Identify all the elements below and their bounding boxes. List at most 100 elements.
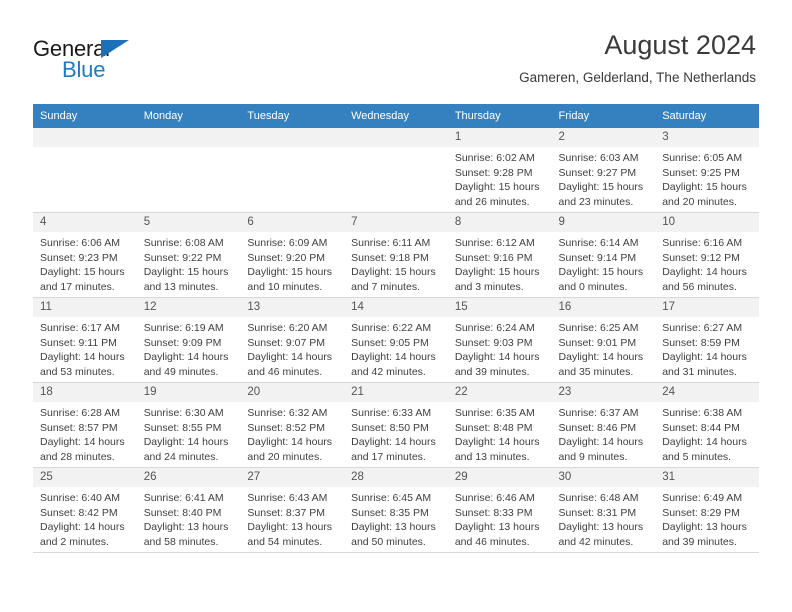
sunset-text: Sunset: 9:07 PM (247, 336, 326, 349)
daylight-text-line1: Daylight: 15 hours (454, 266, 540, 279)
sunrise-text: Sunrise: 6:37 AM (558, 407, 639, 419)
weekday-header-thursday: Thursday (447, 104, 552, 128)
sunset-text: Sunset: 9:01 PM (558, 336, 637, 349)
calendar-day-cell[interactable]: 14 Sunrise: 6:22 AM Sunset: 9:05 PM Dayligh… (344, 297, 448, 383)
daylight-text-line2: and 46 minutes. (247, 365, 323, 378)
day-number: 23 (551, 383, 656, 402)
daylight-text-line2: and 58 minutes. (143, 535, 219, 548)
calendar-day-cell[interactable]: 5 Sunrise: 6:08 AM Sunset: 9:22 PM Daylight… (136, 212, 241, 298)
calendar-day-cell[interactable]: 9 Sunrise: 6:14 AM Sunset: 9:14 PM Daylight… (551, 212, 656, 298)
calendar-table: Sunday Monday Tuesday Wednesday Thursday… (33, 104, 759, 553)
day-number: 27 (240, 468, 345, 487)
calendar-day-cell[interactable]: 26 Sunrise: 6:41 AM Sunset: 8:40 PM Dayligh… (136, 467, 241, 553)
daylight-text-line1: Daylight: 14 hours (351, 351, 436, 364)
day-number: 6 (240, 213, 345, 232)
calendar-page: General Blue August 2024 Gameren, Gelder… (0, 0, 792, 612)
calendar-day-cell[interactable]: 10 Sunrise: 6:16 AM Sunset: 9:12 PM Dayligh… (655, 212, 759, 298)
day-number: 20 (240, 383, 345, 402)
daylight-text-line2: and 54 minutes. (247, 535, 323, 548)
daylight-text-line2: and 23 minutes. (558, 195, 634, 208)
sunrise-text: Sunrise: 6:35 AM (454, 407, 535, 419)
daylight-text-line1: Daylight: 13 hours (143, 521, 229, 534)
sunrise-text: Sunrise: 6:27 AM (662, 322, 743, 334)
daylight-text-line2: and 56 minutes. (662, 280, 737, 293)
sunrise-text: Sunrise: 6:06 AM (40, 237, 120, 249)
calendar-day-cell[interactable]: 30 Sunrise: 6:48 AM Sunset: 8:31 PM Dayligh… (551, 467, 656, 553)
calendar-day-cell[interactable]: 17 Sunrise: 6:27 AM Sunset: 8:59 PM Dayligh… (655, 297, 759, 383)
generalblue-logo[interactable]: General Blue (33, 36, 233, 84)
day-details: Sunrise: 6:20 AM Sunset: 9:07 PM Daylight:… (240, 317, 344, 379)
day-details: Sunrise: 6:46 AM Sunset: 8:33 PM Daylight:… (448, 487, 552, 549)
calendar-day-cell[interactable]: 20 Sunrise: 6:32 AM Sunset: 8:52 PM Dayligh… (240, 382, 345, 468)
daylight-text-line1: Daylight: 15 hours (143, 266, 229, 279)
sunrise-text: Sunrise: 6:30 AM (143, 407, 224, 419)
calendar-day-cell[interactable]: 27 Sunrise: 6:43 AM Sunset: 8:37 PM Dayligh… (240, 467, 345, 553)
sunset-text: Sunset: 8:57 PM (40, 421, 118, 434)
sunrise-text: Sunrise: 6:20 AM (247, 322, 328, 334)
calendar-day-cell[interactable]: 4 Sunrise: 6:06 AM Sunset: 9:23 PM Daylight… (33, 212, 137, 298)
daylight-text-line2: and 35 minutes. (558, 365, 634, 378)
day-details: Sunrise: 6:09 AM Sunset: 9:20 PM Daylight:… (240, 232, 344, 294)
daylight-text-line2: and 13 minutes. (454, 450, 530, 463)
day-number: 9 (551, 213, 656, 232)
daylight-text-line1: Daylight: 15 hours (454, 181, 540, 194)
calendar-day-cell[interactable]: 15 Sunrise: 6:24 AM Sunset: 9:03 PM Dayligh… (447, 297, 552, 383)
sunset-text: Sunset: 9:05 PM (351, 336, 429, 349)
calendar-day-cell[interactable]: 28 Sunrise: 6:45 AM Sunset: 8:35 PM Dayligh… (344, 467, 448, 553)
calendar-day-cell[interactable]: 12 Sunrise: 6:19 AM Sunset: 9:09 PM Dayligh… (136, 297, 241, 383)
day-number: 15 (447, 298, 552, 317)
weekday-header-friday: Friday (551, 104, 656, 128)
day-details: Sunrise: 6:16 AM Sunset: 9:12 PM Daylight:… (655, 232, 759, 294)
daylight-text-line1: Daylight: 13 hours (351, 521, 436, 534)
sunrise-text: Sunrise: 6:11 AM (351, 237, 431, 249)
calendar-day-cell[interactable]: 25 Sunrise: 6:40 AM Sunset: 8:42 PM Dayligh… (33, 467, 137, 553)
sunset-text: Sunset: 9:23 PM (40, 251, 118, 264)
calendar-day-cell[interactable]: 6 Sunrise: 6:09 AM Sunset: 9:20 PM Daylight… (240, 212, 345, 298)
calendar-day-cell[interactable]: 16 Sunrise: 6:25 AM Sunset: 9:01 PM Dayligh… (551, 297, 656, 383)
sunrise-text: Sunrise: 6:08 AM (143, 237, 224, 249)
calendar-day-cell[interactable]: 31 Sunrise: 6:49 AM Sunset: 8:29 PM Dayligh… (655, 467, 759, 553)
daylight-text-line2: and 49 minutes. (143, 365, 219, 378)
calendar-day-cell[interactable]: 13 Sunrise: 6:20 AM Sunset: 9:07 PM Dayligh… (240, 297, 345, 383)
daylight-text-line2: and 7 minutes. (351, 280, 420, 293)
day-number: 2 (551, 128, 656, 147)
daylight-text-line2: and 17 minutes. (351, 450, 426, 463)
sunset-text: Sunset: 9:25 PM (662, 166, 740, 179)
daylight-text-line1: Daylight: 15 hours (351, 266, 436, 279)
day-number: 3 (655, 128, 759, 147)
sunrise-text: Sunrise: 6:38 AM (662, 407, 743, 419)
calendar-day-cell[interactable]: 21 Sunrise: 6:33 AM Sunset: 8:50 PM Dayligh… (344, 382, 448, 468)
calendar-day-cell-empty (240, 128, 345, 213)
calendar-day-cell[interactable]: 2 Sunrise: 6:03 AM Sunset: 9:27 PM Daylight… (551, 128, 656, 213)
calendar-day-cell[interactable]: 1 Sunrise: 6:02 AM Sunset: 9:28 PM Daylight… (447, 128, 552, 213)
day-number: 7 (344, 213, 448, 232)
day-details: Sunrise: 6:17 AM Sunset: 9:11 PM Daylight:… (33, 317, 137, 379)
sunset-text: Sunset: 9:14 PM (558, 251, 637, 264)
sunrise-text: Sunrise: 6:43 AM (247, 492, 328, 504)
calendar-day-cell[interactable]: 8 Sunrise: 6:12 AM Sunset: 9:16 PM Daylight… (447, 212, 552, 298)
calendar-day-cell[interactable]: 23 Sunrise: 6:37 AM Sunset: 8:46 PM Dayligh… (551, 382, 656, 468)
calendar-day-cell[interactable]: 24 Sunrise: 6:38 AM Sunset: 8:44 PM Dayligh… (655, 382, 759, 468)
sunrise-text: Sunrise: 6:49 AM (662, 492, 743, 504)
sunrise-text: Sunrise: 6:03 AM (558, 152, 639, 164)
day-details: Sunrise: 6:45 AM Sunset: 8:35 PM Daylight:… (344, 487, 448, 549)
calendar-day-cell[interactable]: 3 Sunrise: 6:05 AM Sunset: 9:25 PM Daylight… (655, 128, 759, 213)
calendar-day-cell[interactable]: 7 Sunrise: 6:11 AM Sunset: 9:18 PM Daylight… (344, 212, 448, 298)
day-details: Sunrise: 6:38 AM Sunset: 8:44 PM Daylight:… (655, 402, 759, 464)
sunset-text: Sunset: 9:03 PM (454, 336, 533, 349)
daylight-text-line1: Daylight: 14 hours (247, 351, 333, 364)
weekday-header-row: Sunday Monday Tuesday Wednesday Thursday… (33, 104, 759, 128)
sunset-text: Sunset: 8:48 PM (454, 421, 533, 434)
day-number: 16 (551, 298, 656, 317)
day-number: 4 (33, 213, 137, 232)
calendar-day-cell[interactable]: 18 Sunrise: 6:28 AM Sunset: 8:57 PM Dayligh… (33, 382, 137, 468)
day-details: Sunrise: 6:05 AM Sunset: 9:25 PM Daylight:… (655, 147, 759, 209)
calendar-day-cell[interactable]: 11 Sunrise: 6:17 AM Sunset: 9:11 PM Dayligh… (33, 297, 137, 383)
logo-triangle-icon (101, 40, 129, 58)
calendar-day-cell[interactable]: 22 Sunrise: 6:35 AM Sunset: 8:48 PM Dayligh… (447, 382, 552, 468)
day-details: Sunrise: 6:40 AM Sunset: 8:42 PM Daylight:… (33, 487, 137, 549)
daylight-text-line2: and 39 minutes. (454, 365, 530, 378)
calendar-day-cell[interactable]: 29 Sunrise: 6:46 AM Sunset: 8:33 PM Dayligh… (447, 467, 552, 553)
calendar-day-cell[interactable]: 19 Sunrise: 6:30 AM Sunset: 8:55 PM Dayligh… (136, 382, 241, 468)
sunrise-text: Sunrise: 6:02 AM (454, 152, 535, 164)
